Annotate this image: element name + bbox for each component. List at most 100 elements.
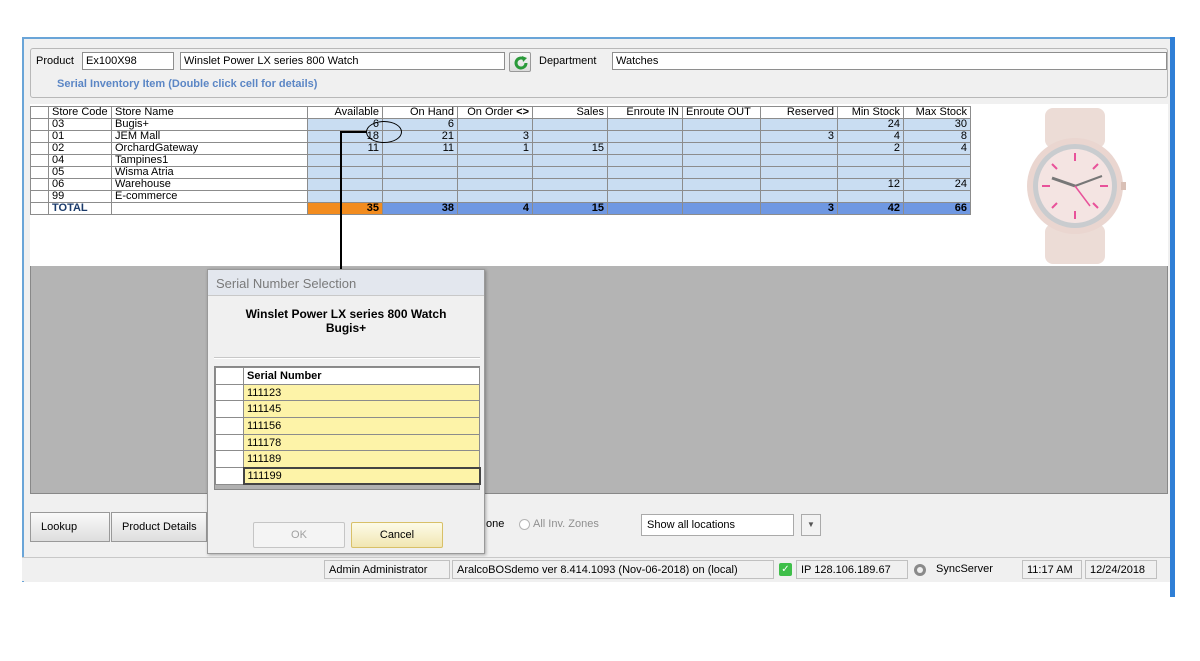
cell-store-code[interactable]: 03 xyxy=(48,118,112,131)
cell-reserved[interactable] xyxy=(760,178,838,191)
cell-store-name[interactable]: OrchardGateway xyxy=(111,142,308,155)
cell-on-order[interactable] xyxy=(457,118,533,131)
cell-sales[interactable] xyxy=(532,178,608,191)
cell-min-stock[interactable]: 24 xyxy=(837,118,904,131)
table-row[interactable]: 99 E-commerce xyxy=(30,190,971,203)
cell-available[interactable] xyxy=(307,190,383,203)
cell-enroute-in[interactable] xyxy=(607,142,683,155)
cell-enroute-in[interactable] xyxy=(607,154,683,167)
table-row[interactable]: 06 Warehouse 12 24 xyxy=(30,178,971,191)
cell-available[interactable] xyxy=(307,166,383,179)
cell-on-order[interactable] xyxy=(457,166,533,179)
row-selector[interactable] xyxy=(215,417,244,435)
cell-store-name[interactable]: Tampines1 xyxy=(111,154,308,167)
dialog-title[interactable]: Serial Number Selection xyxy=(208,270,484,296)
cell-store-code[interactable]: 04 xyxy=(48,154,112,167)
ok-button[interactable]: OK xyxy=(253,522,345,548)
cell-on-hand[interactable] xyxy=(382,190,458,203)
row-selector[interactable] xyxy=(215,467,244,485)
department-input[interactable]: Watches xyxy=(612,52,1167,70)
zone-radio-label[interactable]: one xyxy=(486,518,504,530)
col-available[interactable]: Available xyxy=(307,106,383,119)
cell-enroute-out[interactable] xyxy=(682,178,761,191)
locations-dropdown[interactable]: Show all locations xyxy=(641,514,794,536)
col-serial-number[interactable]: Serial Number xyxy=(243,367,480,385)
cell-max-stock[interactable]: 24 xyxy=(903,178,971,191)
cell-store-name[interactable]: Wisma Atria xyxy=(111,166,308,179)
cell-min-stock[interactable]: 4 xyxy=(837,130,904,143)
cell-sales[interactable] xyxy=(532,190,608,203)
cell-reserved[interactable]: 3 xyxy=(760,130,838,143)
table-row[interactable]: 04 Tampines1 xyxy=(30,154,971,167)
cell-max-stock[interactable]: 4 xyxy=(903,142,971,155)
cell-reserved[interactable] xyxy=(760,118,838,131)
serial-cell[interactable]: 111189 xyxy=(243,450,480,469)
row-selector[interactable] xyxy=(215,400,244,419)
row-selector[interactable] xyxy=(30,190,49,203)
table-row[interactable]: 01 JEM Mall 18 21 3 3 4 8 xyxy=(30,130,971,143)
cell-on-order[interactable] xyxy=(457,178,533,191)
cell-available[interactable]: 11 xyxy=(307,142,383,155)
serial-cell[interactable]: 111156 xyxy=(243,417,480,435)
serial-row[interactable]: 111156 xyxy=(215,417,480,435)
cell-store-code[interactable]: 01 xyxy=(48,130,112,143)
cell-reserved[interactable] xyxy=(760,142,838,155)
row-selector[interactable] xyxy=(215,433,244,452)
cell-max-stock[interactable] xyxy=(903,190,971,203)
cell-max-stock[interactable] xyxy=(903,166,971,179)
product-details-button[interactable]: Product Details xyxy=(111,512,207,542)
table-row[interactable]: 05 Wisma Atria xyxy=(30,166,971,179)
col-max-stock[interactable]: Max Stock xyxy=(903,106,971,119)
cell-on-order[interactable]: 1 xyxy=(457,142,533,155)
cell-store-code[interactable]: 05 xyxy=(48,166,112,179)
cell-on-order[interactable]: 3 xyxy=(457,130,533,143)
cell-enroute-out[interactable] xyxy=(682,118,761,131)
cell-enroute-out[interactable] xyxy=(682,190,761,203)
serial-cell[interactable]: 111178 xyxy=(243,433,480,452)
col-store-name[interactable]: Store Name xyxy=(111,106,308,119)
cell-store-code[interactable]: 06 xyxy=(48,178,112,191)
cell-enroute-out[interactable] xyxy=(682,166,761,179)
cell-enroute-in[interactable] xyxy=(607,178,683,191)
cell-sales[interactable] xyxy=(532,118,608,131)
table-row[interactable]: 03 Bugis+ 6 6 24 30 xyxy=(30,118,971,131)
row-selector[interactable] xyxy=(30,166,49,179)
product-code-input[interactable]: Ex100X98 xyxy=(82,52,174,70)
cell-reserved[interactable] xyxy=(760,154,838,167)
row-selector[interactable] xyxy=(30,142,49,155)
cell-on-hand[interactable] xyxy=(382,154,458,167)
cell-sales[interactable]: 15 xyxy=(532,142,608,155)
row-selector[interactable] xyxy=(30,178,49,191)
serial-row[interactable]: 111199 xyxy=(215,466,481,486)
row-selector[interactable] xyxy=(30,118,49,131)
cell-on-order[interactable] xyxy=(457,190,533,203)
cell-enroute-in[interactable] xyxy=(607,166,683,179)
cell-on-hand[interactable] xyxy=(382,166,458,179)
cell-max-stock[interactable]: 8 xyxy=(903,130,971,143)
all-zones-label[interactable]: All Inv. Zones xyxy=(533,518,599,530)
serial-row[interactable]: 111123 xyxy=(215,383,480,402)
col-reserved[interactable]: Reserved xyxy=(760,106,838,119)
cell-enroute-in[interactable] xyxy=(607,118,683,131)
row-selector[interactable] xyxy=(215,383,244,402)
col-min-stock[interactable]: Min Stock xyxy=(837,106,904,119)
cell-sales[interactable] xyxy=(532,130,608,143)
serial-row[interactable]: 111189 xyxy=(215,450,480,469)
serial-cell[interactable]: 111123 xyxy=(243,383,480,402)
col-sales[interactable]: Sales xyxy=(532,106,608,119)
cancel-button[interactable]: Cancel xyxy=(351,522,443,548)
cell-reserved[interactable] xyxy=(760,166,838,179)
refresh-button[interactable] xyxy=(509,52,531,72)
cell-sales[interactable] xyxy=(532,166,608,179)
col-enroute-in[interactable]: Enroute IN xyxy=(607,106,683,119)
row-selector[interactable] xyxy=(30,130,49,143)
cell-store-name[interactable]: Bugis+ xyxy=(111,118,308,131)
cell-min-stock[interactable] xyxy=(837,154,904,167)
serial-cell[interactable]: 111145 xyxy=(243,400,480,419)
lookup-button[interactable]: Lookup xyxy=(30,512,110,542)
cell-on-order[interactable] xyxy=(457,154,533,167)
col-on-hand[interactable]: On Hand xyxy=(382,106,458,119)
col-on-order[interactable]: On Order <> xyxy=(457,106,533,119)
cell-enroute-in[interactable] xyxy=(607,130,683,143)
all-zones-radio[interactable] xyxy=(519,519,530,530)
